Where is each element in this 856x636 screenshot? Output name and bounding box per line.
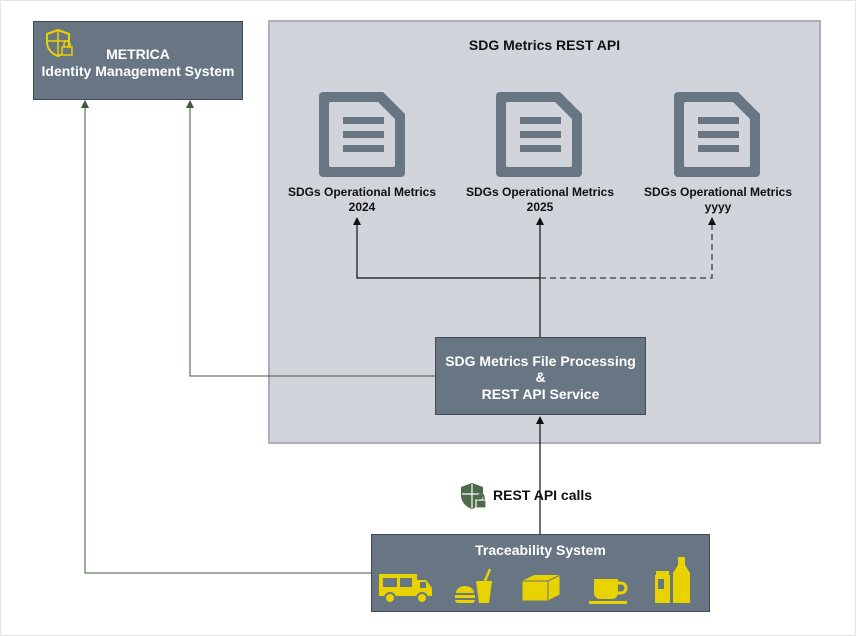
burger-drink-icon bbox=[455, 568, 492, 603]
processing-title-line1: SDG Metrics File Processing bbox=[445, 353, 636, 369]
processing-title-line2: & bbox=[535, 369, 546, 385]
idm-title: METRICA bbox=[106, 46, 170, 62]
food-truck-icon bbox=[379, 574, 432, 604]
beverages-icon bbox=[655, 557, 690, 603]
connector-processing-to-idm bbox=[189, 104, 435, 377]
traceability-system-box: Traceability System bbox=[371, 534, 710, 612]
arrowhead bbox=[536, 416, 544, 424]
coffee-cup-icon bbox=[589, 579, 628, 604]
identity-management-box: METRICA Identity Management System bbox=[33, 21, 243, 100]
connector-processing-to-yyyy bbox=[540, 222, 713, 279]
idm-subtitle: Identity Management System bbox=[41, 63, 235, 79]
box-icon bbox=[521, 574, 561, 602]
connector-processing-to-2024 bbox=[356, 222, 540, 279]
arrowhead bbox=[708, 217, 716, 225]
connector-traceability-to-idm bbox=[84, 104, 371, 574]
arrowhead bbox=[186, 100, 194, 108]
processing-title-line3: REST API Service bbox=[481, 386, 600, 402]
shield-lock-icon bbox=[461, 483, 487, 509]
arrowhead bbox=[536, 217, 544, 225]
arrowhead bbox=[81, 100, 89, 108]
rest-api-calls-label: REST API calls bbox=[493, 487, 593, 503]
arrowhead bbox=[353, 217, 361, 225]
file-processing-service-box: SDG Metrics File Processing & REST API S… bbox=[435, 337, 646, 415]
